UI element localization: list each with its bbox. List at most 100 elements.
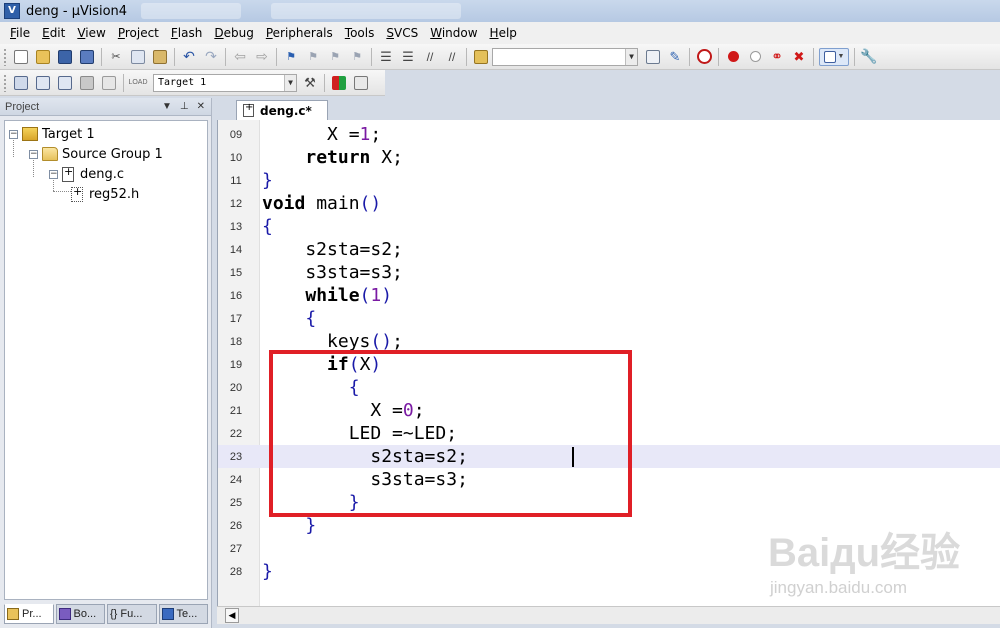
stop-build-icon[interactable] [100, 74, 118, 92]
code-line[interactable]: 25 } [218, 491, 1000, 514]
menu-window[interactable]: Window [424, 22, 483, 44]
toolbar-grip[interactable] [3, 47, 7, 66]
comment-icon[interactable]: // [421, 48, 439, 66]
kill-all-breakpoints-icon[interactable]: ✖ [790, 48, 808, 66]
tree-item-reg52-h[interactable]: reg52.h [71, 184, 139, 204]
code-line[interactable]: 14 s2sta=s2; [218, 238, 1000, 261]
target-select[interactable]: Target 1 ▼ [153, 73, 297, 92]
tab-templates[interactable]: Te... [158, 604, 208, 624]
rebuild-icon[interactable] [56, 74, 74, 92]
collapse-icon[interactable]: − [9, 129, 18, 139]
tab-books[interactable]: Bo... [55, 604, 105, 624]
copy-icon[interactable] [129, 48, 147, 66]
bookmark-icon[interactable]: ⚑ [282, 48, 300, 66]
menu-debug[interactable]: Debug [208, 22, 259, 44]
indent-icon[interactable]: ☰ [377, 48, 395, 66]
editor-tab-label: deng.c* [260, 103, 312, 118]
code-line[interactable]: 21 X =0; [218, 399, 1000, 422]
toolbar-separator [225, 47, 226, 66]
pin-icon[interactable]: ⊥ [180, 101, 189, 112]
incremental-find-icon[interactable]: ✎ [666, 48, 684, 66]
translate-icon[interactable] [12, 74, 30, 92]
prev-bookmark-icon[interactable]: ⚑ [304, 48, 322, 66]
code-line[interactable]: 10 return X; [218, 146, 1000, 169]
menu-edit[interactable]: Edit [36, 22, 71, 44]
save-all-icon[interactable] [78, 48, 96, 66]
line-number: 22 [229, 427, 243, 440]
find-icon[interactable] [644, 48, 662, 66]
paste-icon[interactable] [151, 48, 169, 66]
tab-deng-c[interactable]: deng.c* [236, 100, 328, 120]
tree-item-target[interactable]: − Target 1 [9, 124, 95, 144]
target-options-icon[interactable]: ⚒ [301, 74, 319, 92]
project-tree: − Target 1 − Source Group 1 − deng.c reg… [4, 120, 208, 600]
menu-svcs[interactable]: SVCS [380, 22, 424, 44]
toolbar-grip[interactable] [3, 73, 7, 92]
open-folder-icon[interactable] [34, 48, 52, 66]
code-line[interactable]: 28} [218, 560, 1000, 583]
code-line[interactable]: 17 { [218, 307, 1000, 330]
close-icon[interactable]: ✕ [197, 101, 205, 112]
find-combo[interactable]: ▼ [492, 47, 638, 66]
code-line[interactable]: 19 if(X) [218, 353, 1000, 376]
code-line[interactable]: 22 LED =~LED; [218, 422, 1000, 445]
code-line[interactable]: 16 while(1) [218, 284, 1000, 307]
menu-help[interactable]: Help [484, 22, 523, 44]
cut-icon[interactable]: ✂ [107, 48, 125, 66]
code-line[interactable]: 11} [218, 169, 1000, 192]
toolbar-separator [689, 47, 690, 66]
scroll-left-icon[interactable]: ◀ [225, 608, 239, 623]
next-bookmark-icon[interactable]: ⚑ [326, 48, 344, 66]
nav-back-icon[interactable]: ⇦ [231, 48, 249, 66]
debug-session-icon[interactable] [695, 48, 713, 66]
uncomment-icon[interactable]: // [443, 48, 461, 66]
insert-breakpoint-icon[interactable] [724, 48, 742, 66]
code-line[interactable]: 26 } [218, 514, 1000, 537]
code-editor[interactable]: 09 X =1; 10 return X; 11} 12 void main() 13{1… [217, 120, 1000, 606]
tree-item-source-group[interactable]: − Source Group 1 [29, 144, 163, 164]
manage-components-icon[interactable] [330, 74, 348, 92]
tab-project[interactable]: Pr... [4, 604, 54, 624]
nav-forward-icon[interactable]: ⇨ [253, 48, 271, 66]
menu-project[interactable]: Project [112, 22, 165, 44]
tree-item-deng-c[interactable]: − deng.c [49, 164, 124, 184]
batch-build-icon[interactable] [78, 74, 96, 92]
code-line[interactable]: 18 keys(); [218, 330, 1000, 353]
configure-icon[interactable]: 🔧 [860, 48, 878, 66]
find-in-files-icon[interactable] [472, 48, 490, 66]
pane-menu-icon[interactable]: ▼ [162, 101, 172, 112]
horizontal-scrollbar[interactable]: ◀ [217, 606, 1000, 624]
save-icon[interactable] [56, 48, 74, 66]
download-icon[interactable]: LOAD [128, 74, 147, 92]
manage-multi-project-icon[interactable] [352, 74, 370, 92]
code-line[interactable]: 13 { [218, 215, 1000, 238]
disable-all-breakpoints-icon[interactable]: ⚭ [768, 48, 786, 66]
menu-tools[interactable]: Tools [339, 22, 381, 44]
tab-functions[interactable]: {} Fu... [107, 604, 157, 624]
disable-breakpoint-icon[interactable] [746, 48, 764, 66]
build-icon[interactable] [34, 74, 52, 92]
window-layout-icon[interactable]: ▼ [819, 47, 849, 66]
unindent-icon[interactable]: ☰ [399, 48, 417, 66]
code-line[interactable]: 23 s2sta=s2; [218, 445, 1000, 468]
code-line[interactable]: 12 void main() [218, 192, 1000, 215]
code-line[interactable]: 27 [218, 537, 1000, 560]
dropdown-arrow-icon[interactable]: ▼ [625, 48, 637, 65]
dropdown-arrow-icon[interactable]: ▼ [284, 74, 296, 91]
collapse-icon[interactable]: − [29, 149, 38, 159]
undo-icon[interactable]: ↶ [180, 48, 198, 66]
code-line[interactable]: 09 X =1; [218, 123, 1000, 146]
code-line[interactable]: 20 { [218, 376, 1000, 399]
clear-bookmarks-icon[interactable]: ⚑ [348, 48, 366, 66]
menu-file[interactable]: File [4, 22, 36, 44]
new-file-icon[interactable] [12, 48, 30, 66]
code-text: while(1) [305, 285, 393, 306]
code-line[interactable]: 15 s3sta=s3; [218, 261, 1000, 284]
tree-item-label: Target 1 [42, 126, 95, 142]
redo-icon[interactable]: ↷ [202, 48, 220, 66]
menu-peripherals[interactable]: Peripherals [260, 22, 339, 44]
collapse-icon[interactable]: − [49, 169, 58, 179]
menu-view[interactable]: View [71, 22, 111, 44]
menu-flash[interactable]: Flash [165, 22, 208, 44]
code-line[interactable]: 24 s3sta=s3; [218, 468, 1000, 491]
